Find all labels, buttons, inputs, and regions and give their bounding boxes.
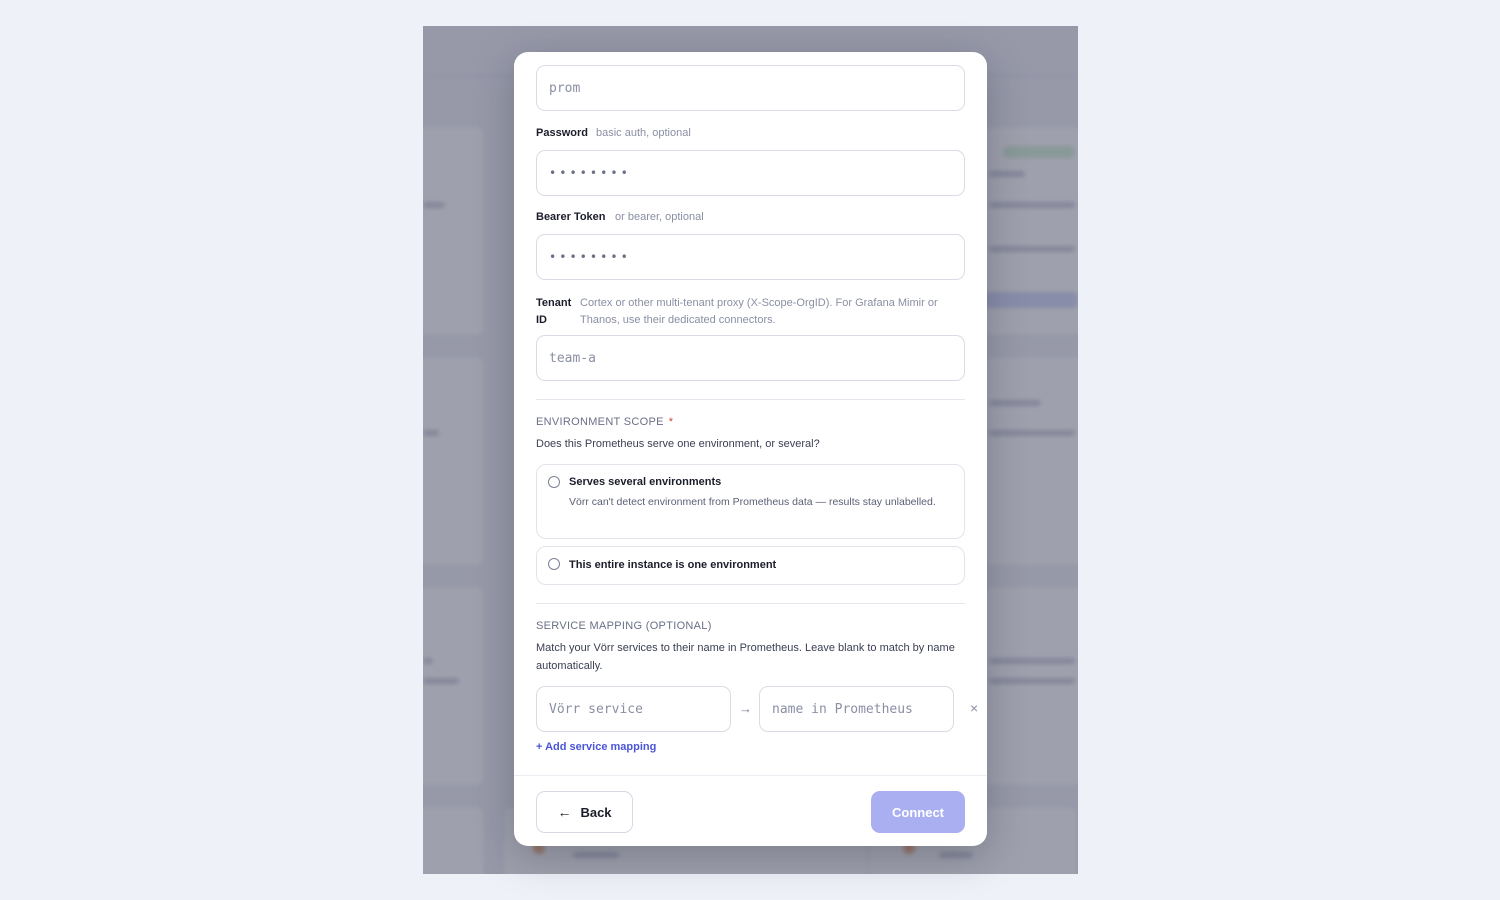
required-mark: * (668, 416, 674, 428)
section-divider (536, 603, 965, 604)
tenant-id-hint: Cortex or other multi-tenant proxy (X-Sc… (580, 297, 938, 326)
password-field[interactable]: •••••••• (536, 150, 965, 196)
prometheus-name-input[interactable]: name in Prometheus (759, 686, 954, 732)
environment-scope-title: ENVIRONMENT SCOPE * (536, 416, 673, 428)
connect-button-label: Connect (892, 804, 944, 820)
environment-scope-title-text: ENVIRONMENT SCOPE (536, 416, 664, 428)
option-one-environment[interactable]: This entire instance is one environment (536, 546, 965, 585)
bearer-token-label: Bearer Token (536, 211, 606, 223)
arrow-right-icon: → (739, 701, 752, 716)
section-divider (536, 399, 965, 400)
modal-body: prom Password basic auth, optional •••••… (514, 52, 987, 775)
option-several-environments-title: Serves several environments (569, 476, 722, 488)
environment-scope-description: Does this Prometheus serve one environme… (536, 438, 820, 450)
username-field[interactable]: prom (536, 65, 965, 111)
option-one-environment-title: This entire instance is one environment (569, 559, 777, 571)
service-mapping-description: Match your Vörr services to their name i… (536, 642, 955, 672)
remove-mapping-icon[interactable]: × (970, 700, 978, 716)
bearer-token-field[interactable]: •••••••• (536, 234, 965, 280)
tenant-id-label-line1: Tenant (536, 297, 572, 309)
arrow-left-icon: ← (557, 804, 572, 820)
option-several-environments[interactable]: Serves several environments Vörr can't d… (536, 464, 965, 539)
connect-button[interactable]: Connect (871, 791, 965, 833)
vorr-service-placeholder: Vörr service (549, 701, 643, 717)
tenant-id-label: Tenant ID (536, 295, 571, 329)
radio-several-environments[interactable] (548, 476, 560, 488)
bearer-token-hint: or bearer, optional (615, 211, 704, 223)
tenant-id-value: team-a (549, 350, 596, 366)
radio-one-environment[interactable] (548, 558, 560, 570)
prometheus-name-placeholder: name in Prometheus (772, 701, 913, 717)
password-hint: basic auth, optional (596, 127, 691, 139)
tenant-id-field[interactable]: team-a (536, 335, 965, 381)
back-button-label: Back (580, 804, 612, 820)
add-service-mapping-link[interactable]: + Add service mapping (536, 741, 656, 753)
password-value: •••••••• (549, 166, 631, 180)
service-mapping-title: SERVICE MAPPING (OPTIONAL) (536, 620, 712, 632)
connect-prometheus-modal: prom Password basic auth, optional •••••… (514, 52, 987, 846)
modal-footer: ← Back Connect (514, 775, 987, 846)
tenant-id-label-line2: ID (536, 314, 547, 326)
back-button[interactable]: ← Back (536, 791, 633, 833)
option-several-environments-subtitle: Vörr can't detect environment from Prome… (569, 496, 936, 508)
password-label: Password (536, 127, 588, 139)
vorr-service-input[interactable]: Vörr service (536, 686, 731, 732)
username-value: prom (549, 80, 581, 96)
bearer-token-value: •••••••• (549, 250, 631, 264)
